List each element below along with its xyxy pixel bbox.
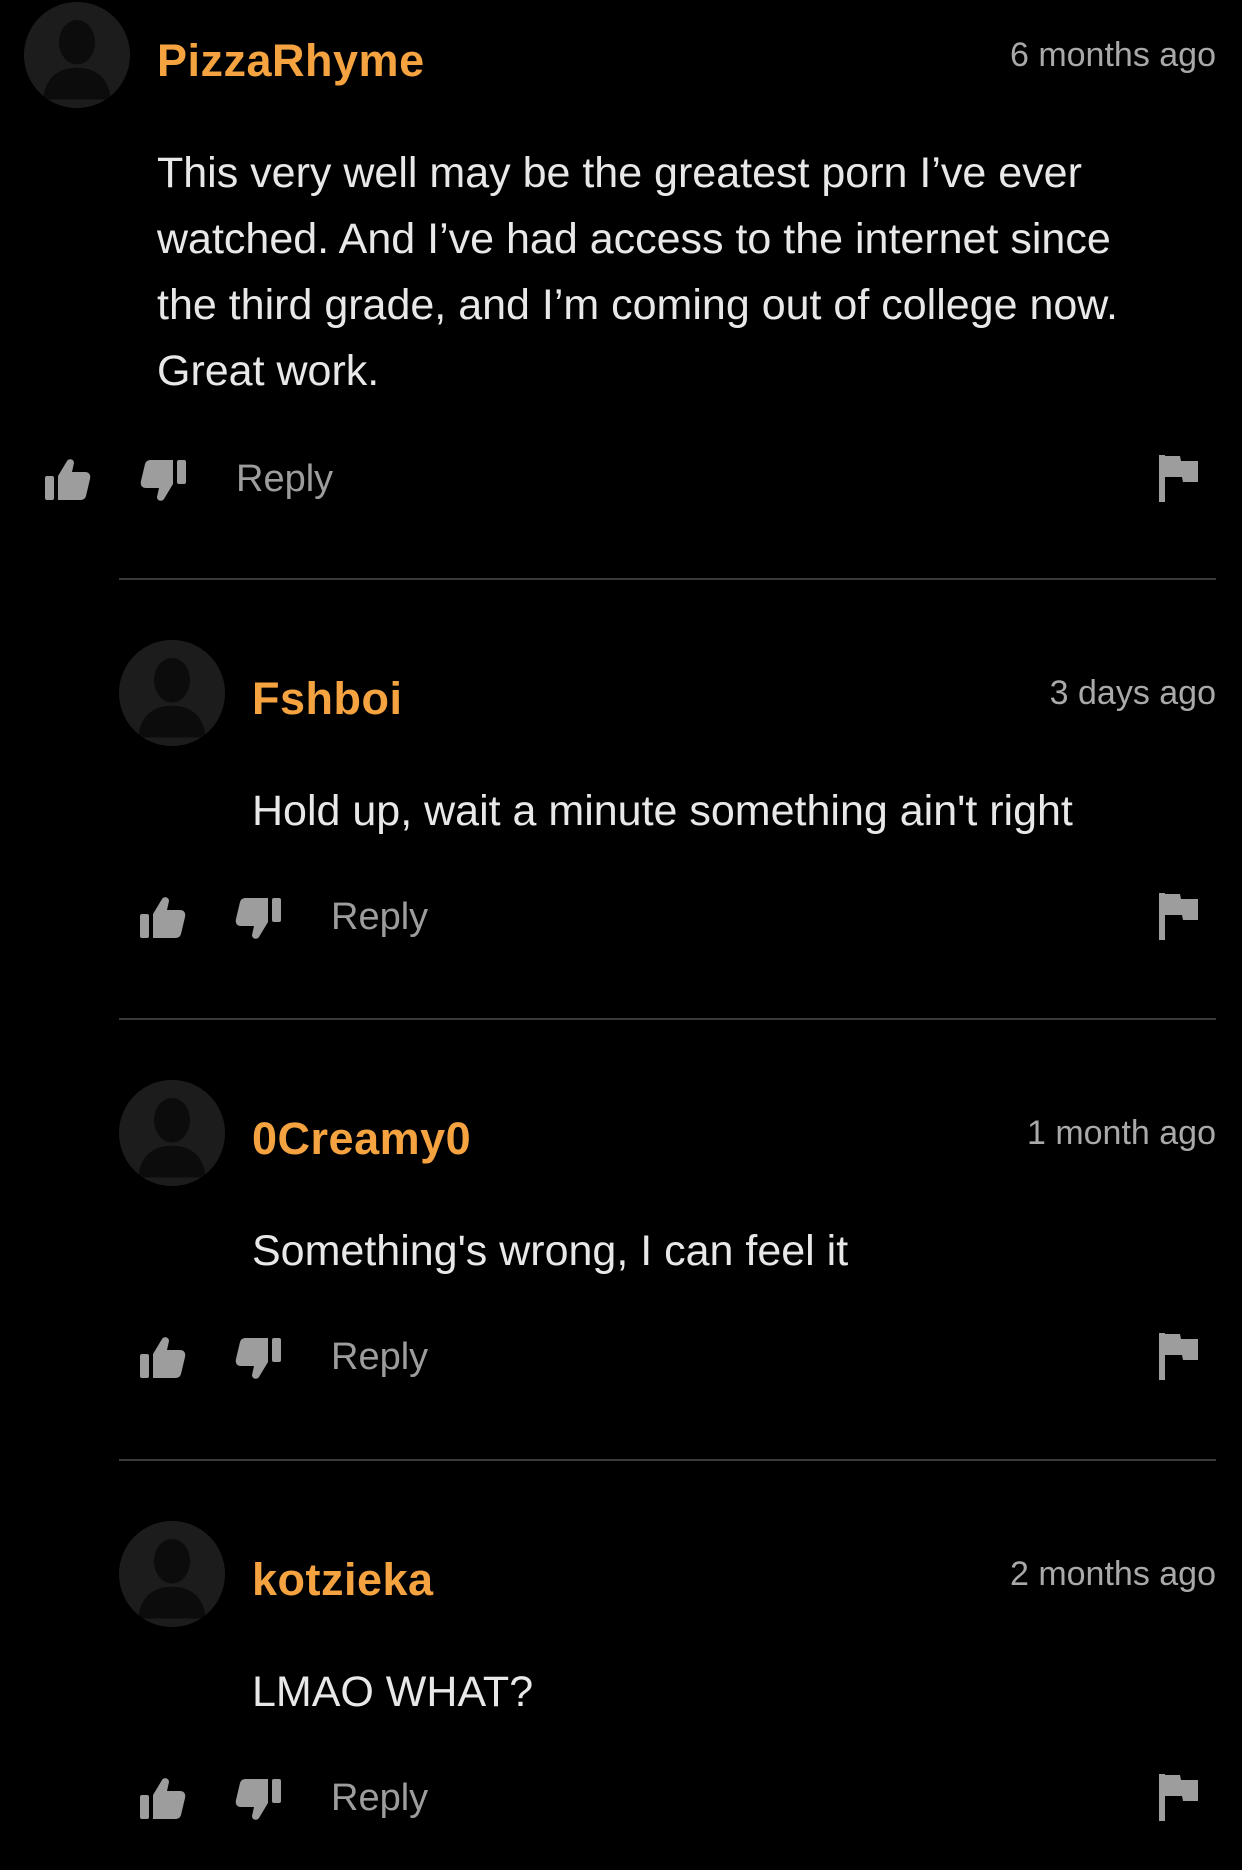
like-button[interactable] <box>134 890 190 946</box>
like-button[interactable] <box>134 1330 190 1386</box>
like-button[interactable] <box>134 1771 190 1827</box>
comment-username[interactable]: kotzieka <box>252 1554 434 1606</box>
thumbs-up-icon <box>134 890 190 946</box>
report-flag-button[interactable] <box>1156 1771 1202 1823</box>
comment-divider <box>119 1018 1216 1020</box>
dislike-button[interactable] <box>136 452 192 508</box>
comment-actions: Reply <box>119 1330 1216 1390</box>
comment-divider <box>119 578 1216 580</box>
dislike-button[interactable] <box>231 1771 287 1827</box>
avatar[interactable] <box>119 1521 225 1627</box>
comment-timestamp: 1 month ago <box>1026 1114 1216 1152</box>
comment-actions: Reply <box>119 890 1216 950</box>
report-flag-button[interactable] <box>1156 1330 1202 1382</box>
comment-actions: Reply <box>119 1771 1216 1831</box>
comment-divider <box>119 1459 1216 1461</box>
reply-button[interactable]: Reply <box>331 1336 428 1379</box>
flag-icon <box>1156 890 1202 942</box>
thumbs-up-icon <box>39 452 95 508</box>
comment-body: Hold up, wait a minute something ain't r… <box>252 787 1073 835</box>
flag-icon <box>1156 452 1202 504</box>
reply-button[interactable]: Reply <box>236 458 333 501</box>
comment-body: LMAO WHAT? <box>252 1668 534 1716</box>
thumbs-down-icon <box>231 1330 287 1386</box>
comment-actions: Reply <box>24 452 1216 512</box>
comment-body: Something's wrong, I can feel it <box>252 1227 849 1275</box>
default-user-silhouette-icon <box>119 1521 225 1627</box>
default-user-silhouette-icon <box>119 640 225 746</box>
report-flag-button[interactable] <box>1156 890 1202 942</box>
comment-timestamp: 3 days ago <box>1049 674 1216 712</box>
comment-username[interactable]: PizzaRhyme <box>157 35 425 87</box>
report-flag-button[interactable] <box>1156 452 1202 504</box>
default-user-silhouette-icon <box>24 2 130 108</box>
flag-icon <box>1156 1771 1202 1823</box>
thumbs-up-icon <box>134 1330 190 1386</box>
comment-username[interactable]: 0Creamy0 <box>252 1113 471 1165</box>
reply-button[interactable]: Reply <box>331 896 428 939</box>
avatar[interactable] <box>119 1080 225 1186</box>
thumbs-down-icon <box>136 452 192 508</box>
thumbs-up-icon <box>134 1771 190 1827</box>
reply-button[interactable]: Reply <box>331 1777 428 1820</box>
comment-timestamp: 2 months ago <box>1009 1555 1216 1593</box>
avatar[interactable] <box>119 640 225 746</box>
comment-username[interactable]: Fshboi <box>252 673 402 725</box>
dislike-button[interactable] <box>231 890 287 946</box>
comment-body: This very well may be the greatest porn … <box>157 149 1118 395</box>
comment-timestamp: 6 months ago <box>1009 36 1216 74</box>
thumbs-down-icon <box>231 1771 287 1827</box>
default-user-silhouette-icon <box>119 1080 225 1186</box>
flag-icon <box>1156 1330 1202 1382</box>
thumbs-down-icon <box>231 890 287 946</box>
dislike-button[interactable] <box>231 1330 287 1386</box>
avatar[interactable] <box>24 2 130 108</box>
like-button[interactable] <box>39 452 95 508</box>
